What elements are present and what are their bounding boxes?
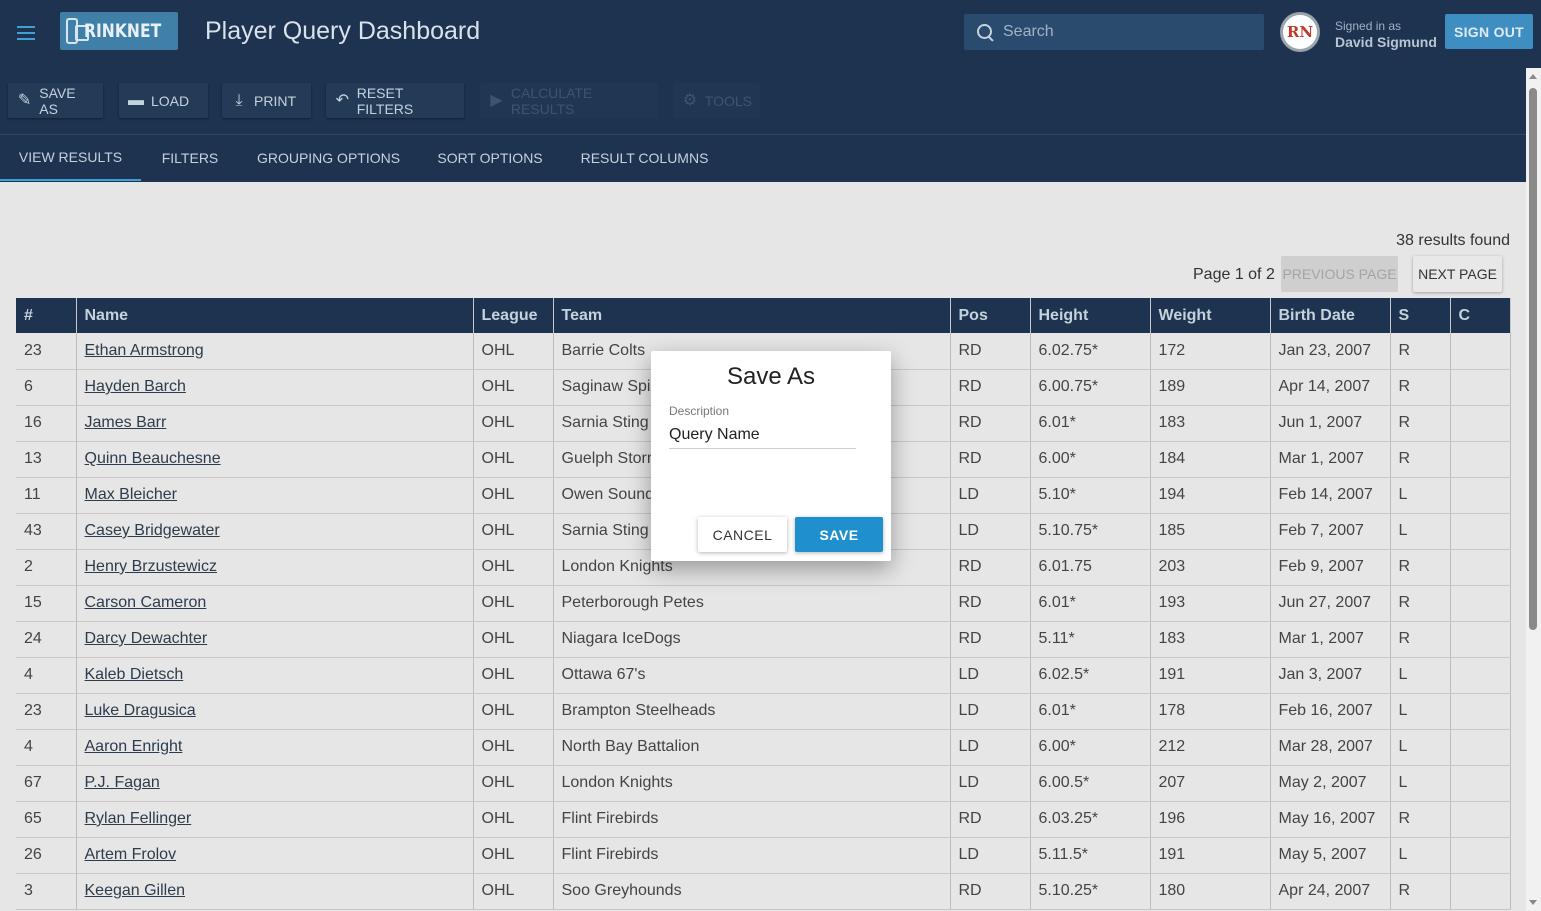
dialog-title: Save As bbox=[726, 363, 816, 390]
scroll-thumb[interactable] bbox=[1529, 88, 1537, 630]
logo-mark-icon bbox=[66, 18, 89, 44]
hamburger-menu-icon[interactable] bbox=[12, 20, 40, 46]
logo-text: RINKNET bbox=[83, 20, 162, 42]
sign-out-button[interactable]: SIGN OUT bbox=[1445, 14, 1533, 49]
search-icon bbox=[976, 23, 994, 41]
page-title: Player Query Dashboard bbox=[205, 17, 481, 45]
cancel-button[interactable]: CANCEL bbox=[698, 517, 787, 552]
description-input[interactable] bbox=[669, 422, 856, 449]
avatar[interactable]: RN bbox=[1280, 12, 1320, 52]
rinknet-logo[interactable]: RINKNET bbox=[60, 12, 178, 50]
save-as-dialog: Save As Description CANCEL SAVE bbox=[651, 351, 891, 561]
search-input[interactable] bbox=[1003, 23, 1243, 41]
save-button[interactable]: SAVE bbox=[795, 517, 883, 552]
signed-in-label: Signed in as bbox=[1335, 19, 1402, 33]
signed-in-info: Signed in as David Sigmund bbox=[1335, 18, 1437, 50]
search-box[interactable] bbox=[964, 14, 1264, 50]
page-scrollbar[interactable] bbox=[1526, 68, 1541, 911]
scroll-down-arrow-icon[interactable] bbox=[1529, 900, 1537, 905]
app-bar: RINKNET Player Query Dashboard RN Signed… bbox=[0, 0, 1541, 68]
user-name: David Sigmund bbox=[1335, 34, 1437, 50]
description-label: Description bbox=[669, 404, 730, 418]
scroll-up-arrow-icon[interactable] bbox=[1529, 74, 1537, 79]
